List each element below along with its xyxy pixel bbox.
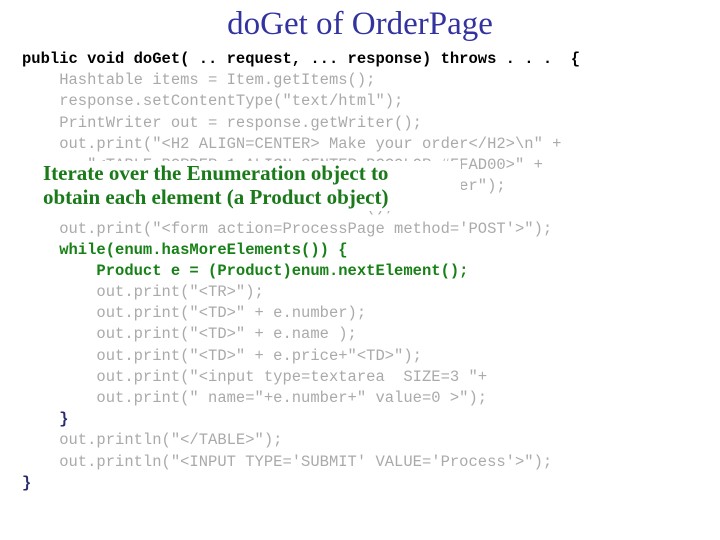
- annotation-line-1: Iterate over the Enumeration object to: [43, 161, 389, 185]
- slide-canvas: doGet of OrderPage public void doGet( ..…: [0, 0, 720, 540]
- code-line: out.println("<INPUT TYPE='SUBMIT' VALUE=…: [22, 452, 553, 471]
- code-line: PrintWriter out = response.getWriter();: [22, 113, 422, 132]
- code-line: out.print("<TR>");: [22, 283, 264, 302]
- code-line: while(enum.hasMoreElements()) {: [22, 240, 348, 259]
- code-line: out.println("</TABLE>");: [22, 431, 283, 450]
- code-line: Hashtable items = Item.getItems();: [22, 71, 376, 90]
- page-title: doGet of OrderPage: [227, 6, 493, 42]
- code-line: out.print("<TD>" + e.price+"<TD>");: [22, 346, 422, 365]
- code-line: out.print("<form action=ProcessPage meth…: [22, 219, 553, 238]
- code-line: out.print("<input type=textarea SIZE=3 "…: [22, 367, 488, 386]
- code-listing: public void doGet( .. request, ... respo…: [22, 49, 720, 494]
- code-line: Product e = (Product)enum.nextElement();: [22, 261, 469, 280]
- code-line: out.print("<H2 ALIGN=CENTER> Make your o…: [22, 134, 562, 153]
- code-line: }: [22, 473, 32, 492]
- code-line: out.print(" name="+e.number+" value=0 >"…: [22, 389, 488, 407]
- code-line: }: [22, 410, 69, 429]
- code-line: out.print("<TD>" + e.number);: [22, 304, 367, 323]
- annotation-line-2: obtain each element (a Product object): [43, 184, 389, 209]
- code-line: public void doGet( .. request, ... respo…: [22, 50, 581, 68]
- annotation-callout: Iterate over the Enumeration object to o…: [41, 161, 461, 211]
- code-line: out.print("<TD>" + e.name );: [22, 325, 357, 344]
- code-line: response.setContentType("text/html");: [22, 92, 404, 111]
